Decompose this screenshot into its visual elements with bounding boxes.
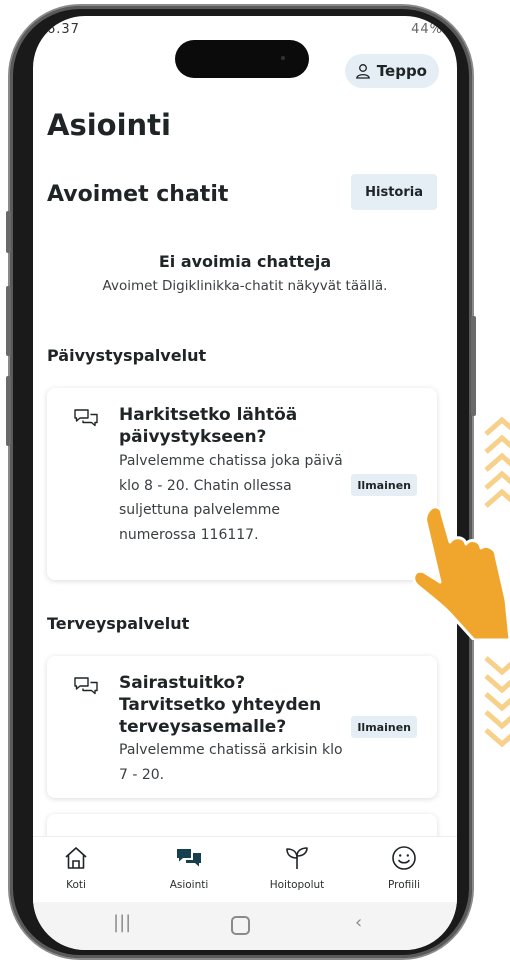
open-chats-title: Avoimet chatit bbox=[47, 182, 229, 207]
chat-card-emergency[interactable]: Harkitsetko lähtöä päivystykseen? Palvel… bbox=[47, 388, 437, 580]
category-title-emergency: Päivystyspalvelut bbox=[47, 346, 207, 365]
empty-state-text: Avoimet Digiklinikka-chatit näkyvät tääl… bbox=[102, 278, 388, 294]
status-battery: 44% bbox=[411, 22, 443, 37]
phone-volume-down-button bbox=[6, 376, 11, 446]
status-time: 6.37 bbox=[47, 22, 80, 37]
chat-card-title: Sairastuitko? Tarvitsetko yhteyden terve… bbox=[119, 673, 322, 737]
chat-bubbles-icon bbox=[74, 677, 98, 695]
category-title-health: Terveyspalvelut bbox=[47, 614, 190, 633]
swipe-down-chevrons-icon bbox=[484, 656, 510, 748]
home-icon bbox=[65, 847, 87, 869]
nav-item-profiili[interactable]: Profiili bbox=[364, 845, 444, 891]
recent-apps-icon[interactable]: ||| bbox=[113, 912, 131, 933]
phone-side-button bbox=[6, 211, 11, 253]
phone-screen: 6.37 44% Teppo Asiointi Avoimet chatit H… bbox=[33, 16, 457, 950]
nav-label: Koti bbox=[66, 879, 86, 891]
swipe-up-chevrons-icon bbox=[484, 416, 510, 508]
price-badge: Ilmainen bbox=[351, 716, 417, 738]
phone-power-button bbox=[471, 316, 476, 416]
phone-volume-up-button bbox=[6, 286, 11, 356]
sprout-icon bbox=[286, 847, 308, 869]
nav-label: Asiointi bbox=[169, 879, 209, 891]
nav-label: Profiili bbox=[387, 879, 421, 891]
user-name: Teppo bbox=[376, 62, 427, 80]
chat-bubbles-icon bbox=[177, 849, 201, 867]
page-title: Asiointi bbox=[47, 108, 171, 142]
nav-item-hoitopolut[interactable]: Hoitopolut bbox=[257, 845, 337, 891]
chat-card-description: Palvelemme chatissa joka päivä klo 8 - 2… bbox=[119, 453, 343, 543]
chat-card-health[interactable]: Sairastuitko? Tarvitsetko yhteyden terve… bbox=[47, 656, 437, 798]
dynamic-island bbox=[175, 40, 309, 78]
chat-card-title: Harkitsetko lähtöä päivystykseen? bbox=[119, 405, 298, 447]
bottom-navigation: Koti Asiointi Hoitopolut Profiili bbox=[33, 836, 457, 903]
chat-card-description: Palvelemme chatissä arkisin klo 7 - 20. bbox=[119, 742, 343, 783]
smiley-icon bbox=[392, 846, 416, 870]
nav-label: Hoitopolut bbox=[269, 879, 325, 891]
home-button-icon[interactable] bbox=[231, 916, 250, 935]
chat-bubbles-icon bbox=[74, 409, 98, 427]
history-button[interactable]: Historia bbox=[351, 174, 437, 210]
nav-item-home[interactable]: Koti bbox=[36, 845, 116, 891]
system-navigation-bar: ||| ‹ bbox=[33, 902, 457, 950]
nav-item-asiointi[interactable]: Asiointi bbox=[149, 845, 229, 891]
empty-state-title: Ei avoimia chatteja bbox=[158, 252, 332, 271]
user-icon bbox=[355, 64, 370, 79]
price-badge: Ilmainen bbox=[351, 474, 417, 496]
back-icon[interactable]: ‹ bbox=[355, 912, 362, 933]
user-profile-button[interactable]: Teppo bbox=[344, 54, 439, 88]
